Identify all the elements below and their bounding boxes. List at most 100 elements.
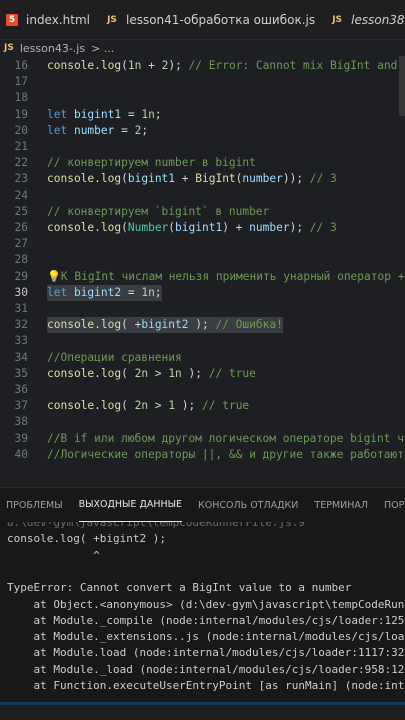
tab-lesson41[interactable]: JS lesson41-обработка ошибок.js [100, 0, 325, 39]
code-token: ); [188, 318, 209, 332]
code-line[interactable]: 22 // конвертируем number в bigint [0, 155, 405, 171]
code-line[interactable]: 39 //В if или любом другом логическом опе… [0, 431, 405, 447]
status-bar [0, 702, 405, 720]
code-line[interactable]: 28 [0, 252, 405, 268]
code-text: // конвертируем `bigint` в number [47, 204, 269, 220]
code-token: bigint1 [127, 172, 176, 186]
tab-lesson38[interactable]: JS lesson38-callback [325, 0, 405, 39]
code-line[interactable]: 20 let number = 2; [0, 123, 405, 139]
line-number: 30 [14, 285, 28, 299]
code-line[interactable]: 24 [0, 188, 405, 204]
code-line[interactable]: 17 [0, 74, 405, 90]
js-icon: JS [107, 15, 117, 25]
code-token: + [175, 172, 196, 186]
breadcrumb-more[interactable]: > ... [91, 42, 114, 55]
code-token: bigint2 [141, 318, 189, 332]
code-editor[interactable]: 16 console.log(1n + 2); // Error: Cannot … [0, 56, 405, 466]
code-token: log [100, 221, 122, 234]
code-token: ); [175, 399, 196, 413]
line-number: 39 [14, 431, 28, 445]
code-token: // Error: Cannot mix BigInt and ot [181, 59, 405, 72]
code-token: // 3 [303, 172, 337, 186]
output-console[interactable]: d:\dev-gym\javascript\tempCodeRunnerFile… [0, 522, 405, 720]
code-line[interactable]: 37 console.log( 2n > 1 ); // true [0, 398, 405, 414]
code-token: number [73, 123, 115, 137]
bottom-panel: ПРОБЛЕМЫ ВЫХОДНЫЕ ДАННЫЕ КОНСОЛЬ ОТЛАДКИ ТЕ… [0, 487, 405, 720]
line-number: 16 [14, 59, 28, 72]
code-text: console.log(1n + 2); // Error: Cannot mi… [47, 58, 405, 74]
code-line[interactable]: 18 [0, 90, 405, 106]
code-line[interactable]: 40 //Логические операторы ||, && и другие… [0, 447, 405, 463]
code-line[interactable]: 21 [0, 139, 405, 155]
line-number: 35 [14, 366, 28, 380]
code-token: bigint2 [73, 285, 122, 299]
line-number: 26 [14, 221, 28, 234]
code-token: > [148, 366, 169, 380]
panel-tab[interactable]: КОНСОЛЬ ОТЛАДКИ [198, 488, 298, 522]
html5-icon: 5 [6, 14, 18, 26]
js-icon: JS [332, 15, 343, 25]
code-text: //В if или любом другом логическом опера… [47, 431, 405, 447]
code-token: 2n [134, 399, 149, 413]
code-token: log [100, 172, 122, 186]
code-line[interactable]: 31 [0, 301, 405, 317]
code-line[interactable]: 35 console.log( 2n > 1n ); // true [0, 366, 405, 382]
line-number: 20 [14, 123, 28, 137]
panel-tab[interactable]: ТЕРМИНАЛ [314, 488, 368, 522]
code-line[interactable]: 16 console.log(1n + 2); // Error: Cannot … [0, 58, 405, 74]
code-token: ( [121, 221, 128, 234]
panel-tab[interactable]: ПОРТЫ [384, 488, 405, 522]
breadcrumb[interactable]: JS lesson43-.js > ... [0, 40, 405, 56]
code-token: . [94, 399, 101, 413]
code-line[interactable]: 23 console.log(bigint1 + BigInt(number));… [0, 171, 405, 187]
code-line[interactable]: 26 console.log(Number(bigint1) + number);… [0, 220, 405, 236]
line-number: 31 [14, 302, 28, 315]
code-token: = [114, 123, 135, 137]
code-token: 2n [134, 366, 149, 380]
code-token: ; [154, 285, 162, 299]
line-number: 23 [14, 172, 28, 186]
code-token: = [121, 285, 142, 299]
editor-scrollbar[interactable] [399, 56, 405, 116]
code-line[interactable]: 27 [0, 236, 405, 252]
code-token: Number [127, 221, 169, 234]
output-line: at Module._extensions..js (node:internal… [7, 630, 405, 644]
tab-index-html[interactable]: 5 index.html [0, 0, 100, 39]
code-token: // true [195, 399, 250, 413]
code-line[interactable]: 32 console.log( +bigint2 ); // Ошибка! [0, 317, 405, 334]
code-token: console [47, 366, 95, 380]
line-number: 34 [14, 350, 28, 364]
tab-label: lesson41-обработка ошибок.js [125, 13, 316, 27]
code-line[interactable]: 33 [0, 333, 405, 349]
output-line: at Module._load (node:internal/modules/c… [7, 662, 405, 676]
line-number: 27 [14, 237, 28, 251]
code-token: . [94, 59, 101, 72]
code-token: bigint1 [175, 221, 223, 234]
code-text: //Логические операторы ||, && и другие т… [47, 447, 405, 463]
code-token: //В if или любом другом логическом опера… [47, 431, 405, 445]
line-number: 22 [14, 156, 28, 170]
code-token: 💡К BigInt числам нельзя применить унарны… [47, 269, 405, 283]
code-line[interactable]: 36 [0, 382, 405, 398]
panel-tab[interactable]: ВЫХОДНЫЕ ДАННЫЕ [78, 488, 183, 522]
code-line[interactable]: 34 //Операции сравнения [0, 350, 405, 366]
line-number: 38 [14, 415, 28, 429]
code-line[interactable]: 25 // конвертируем `bigint` в number [0, 204, 405, 220]
panel-tab[interactable]: ПРОБЛЕМЫ [6, 488, 63, 522]
panel-tab-bar: ПРОБЛЕМЫ ВЫХОДНЫЕ ДАННЫЕ КОНСОЛЬ ОТЛАДКИ ТЕ… [0, 488, 405, 522]
line-number: 33 [14, 334, 28, 348]
code-line[interactable]: 38 [0, 414, 405, 430]
code-line[interactable]: 29 💡К BigInt числам нельзя применить унар… [0, 269, 405, 285]
code-token: let [47, 123, 74, 137]
tab-label: lesson38-callback [351, 13, 405, 27]
output-line: at Function.executeUserEntryPoint [as ru… [7, 679, 405, 692]
code-line[interactable]: 19 let bigint1 = 1n; [0, 107, 405, 123]
line-number: 21 [14, 140, 28, 153]
output-line: ^ [7, 548, 100, 562]
code-line[interactable]: 30 let bigint2 = 1n; [0, 284, 405, 301]
breadcrumb-file[interactable]: lesson43-.js [20, 42, 85, 55]
code-token: console [47, 221, 95, 234]
code-token: 1n [141, 285, 155, 299]
code-token: 1n [168, 366, 182, 380]
code-token: . [94, 221, 101, 234]
